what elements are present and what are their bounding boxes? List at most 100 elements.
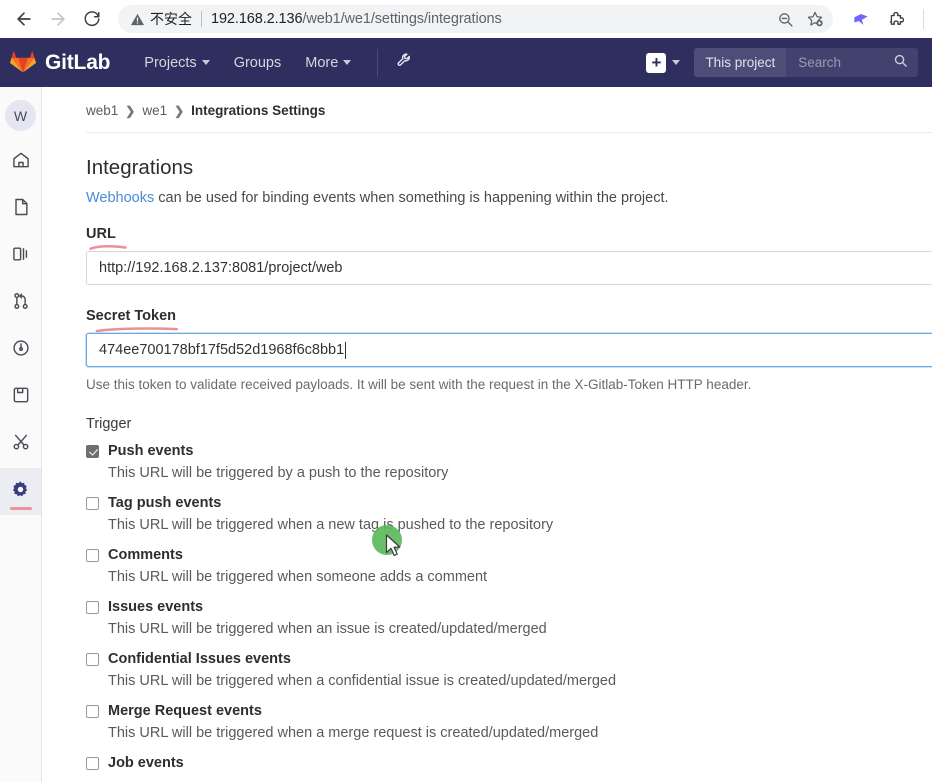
toolbar-divider: [923, 9, 924, 29]
sidebar-item-avatar[interactable]: W: [0, 92, 41, 139]
breadcrumb-separator-icon: ❯: [125, 103, 136, 118]
avatar: W: [5, 100, 36, 131]
url-input[interactable]: http://192.168.2.137:8081/project/web: [86, 251, 932, 285]
nav-divider: [377, 48, 379, 77]
breadcrumb-separator-icon: ❯: [174, 103, 185, 118]
trigger-label-issues-events: Issues events: [108, 599, 204, 615]
sidebar-item-operations[interactable]: [0, 374, 41, 421]
trigger-label-comments: Comments: [108, 547, 183, 563]
trigger-toggle-merge-request-events[interactable]: Merge Request events: [86, 700, 932, 722]
secret-token-value: 474ee700178bf17f5d52d1968f6c8bb1: [99, 342, 345, 358]
global-search[interactable]: This project Search: [694, 48, 918, 77]
browser-toolbar: 不安全 192.168.2.136/web1/we1/settings/inte…: [0, 0, 932, 38]
breadcrumb-item-current: Integrations Settings: [191, 103, 326, 118]
breadcrumb-item-project[interactable]: we1: [142, 103, 167, 118]
trigger-toggle-comments[interactable]: Comments: [86, 544, 932, 566]
gear-icon: [10, 479, 31, 505]
checkbox-comments[interactable]: [86, 548, 99, 562]
omnibox-divider: [201, 11, 202, 27]
url-field-block: URL http://192.168.2.137:8081/project/we…: [86, 225, 932, 285]
trigger-toggle-tag-push-events[interactable]: Tag push events: [86, 492, 932, 514]
home-icon: [11, 150, 31, 175]
url-field-label: URL: [86, 226, 127, 250]
zoom-out-icon[interactable]: [771, 5, 799, 33]
warning-triangle-icon: [130, 12, 145, 27]
main-content: web1 ❯ we1 ❯ Integrations Settings Integ…: [42, 87, 932, 782]
checkbox-push-events[interactable]: [86, 444, 99, 458]
trigger-label-tag-push-events: Tag push events: [108, 495, 222, 511]
trigger-desc-issues-events: This URL will be triggered when an issue…: [108, 621, 547, 637]
nav-item-projects[interactable]: Projects: [132, 49, 221, 77]
trigger-list: Push events This URL will be triggered b…: [86, 440, 932, 774]
trigger-toggle-confidential-issues-events[interactable]: Confidential Issues events: [86, 648, 932, 670]
merge-request-icon: [11, 291, 31, 316]
file-doc-icon: [11, 197, 31, 222]
checkbox-job-events[interactable]: [86, 756, 99, 770]
bookmark-star-icon[interactable]: [801, 5, 829, 33]
nav-label-groups: Groups: [233, 54, 282, 71]
breadcrumb-item-group[interactable]: web1: [86, 103, 118, 118]
rocket-gauge-icon: [11, 338, 31, 363]
trigger-row-comments: Comments This URL will be triggered when…: [86, 544, 932, 595]
chevron-down-icon: [343, 60, 352, 65]
security-warning-text: 不安全: [150, 12, 192, 28]
trigger-label-confidential-issues-events: Confidential Issues events: [108, 651, 291, 667]
gitlab-tanuki-logo: [10, 48, 36, 78]
trigger-label-job-events: Job events: [108, 755, 184, 771]
sidebar-item-merge-requests[interactable]: [0, 280, 41, 327]
search-input[interactable]: Search: [786, 48, 918, 77]
trigger-desc-merge-request-events: This URL will be triggered when a merge …: [108, 725, 599, 741]
trigger-row-tag-push-events: Tag push events This URL will be trigger…: [86, 492, 932, 543]
gitlab-main-menu: Projects Groups More: [132, 49, 363, 77]
admin-area-button[interactable]: [392, 47, 417, 79]
sidebar-item-snippets[interactable]: [0, 421, 41, 468]
trigger-row-job-events: Job events: [86, 752, 932, 774]
token-field-block: Secret Token 474ee700178bf17f5d52d1968f6…: [86, 307, 932, 392]
token-annotation-underline: [95, 327, 179, 333]
sidebar-item-issues[interactable]: [0, 233, 41, 280]
back-button[interactable]: [8, 3, 40, 35]
sidebar-item-ci-cd[interactable]: [0, 327, 41, 374]
project-sidebar: W: [0, 87, 42, 782]
forward-arrow-icon: [48, 9, 68, 29]
trigger-heading: Trigger: [86, 416, 132, 432]
webhooks-link[interactable]: Webhooks: [86, 190, 154, 206]
back-arrow-icon: [14, 9, 34, 29]
gitlab-home-link[interactable]: GitLab: [10, 48, 110, 78]
address-bar[interactable]: 不安全 192.168.2.136/web1/we1/settings/inte…: [118, 5, 833, 33]
trigger-row-push-events: Push events This URL will be triggered b…: [86, 440, 932, 491]
browser-extensions: [841, 5, 924, 33]
trigger-desc-push-events: This URL will be triggered by a push to …: [108, 465, 449, 481]
trigger-toggle-issues-events[interactable]: Issues events: [86, 596, 932, 618]
checkbox-merge-request-events[interactable]: [86, 704, 99, 718]
reload-icon: [83, 10, 101, 28]
trigger-toggle-job-events[interactable]: Job events: [86, 752, 932, 774]
trigger-desc-tag-push-events: This URL will be triggered when a new ta…: [108, 517, 554, 533]
sidebar-item-project-home[interactable]: [0, 139, 41, 186]
sidebar-item-repository[interactable]: [0, 186, 41, 233]
search-icon: [893, 53, 908, 73]
sidebar-item-settings[interactable]: [0, 468, 41, 515]
nav-item-groups[interactable]: Groups: [222, 49, 294, 77]
trigger-toggle-push-events[interactable]: Push events: [86, 440, 932, 462]
nav-item-more[interactable]: More: [293, 49, 363, 77]
secret-token-input[interactable]: 474ee700178bf17f5d52d1968f6c8bb1: [86, 333, 932, 367]
settings-annotation-underline: [9, 507, 32, 510]
token-field-label: Secret Token: [86, 308, 179, 333]
trigger-desc-comments: This URL will be triggered when someone …: [108, 569, 488, 585]
search-placeholder: Search: [798, 55, 841, 70]
checkbox-tag-push-events[interactable]: [86, 496, 99, 510]
checkbox-confidential-issues-events[interactable]: [86, 652, 99, 666]
extension-bird-icon[interactable]: [847, 5, 875, 33]
url-label-text: URL: [86, 226, 116, 242]
breadcrumb: web1 ❯ we1 ❯ Integrations Settings: [86, 87, 932, 133]
page-body: W web1 ❯ we1 ❯ Integrations Settings Int…: [0, 87, 932, 782]
plus-icon: +: [646, 52, 667, 73]
extension-puzzle-icon[interactable]: [883, 5, 911, 33]
new-item-dropdown[interactable]: +: [646, 52, 681, 73]
trigger-row-issues-events: Issues events This URL will be triggered…: [86, 596, 932, 647]
wrench-icon: [396, 51, 413, 75]
forward-button[interactable]: [42, 3, 74, 35]
checkbox-issues-events[interactable]: [86, 600, 99, 614]
reload-button[interactable]: [76, 3, 108, 35]
